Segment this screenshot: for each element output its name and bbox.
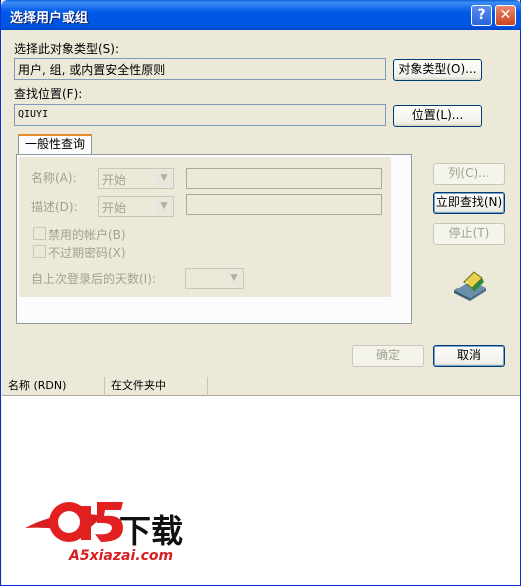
find-now-button[interactable]: 立即查找(N) (433, 192, 505, 214)
chevron-down-icon: ▼ (156, 170, 172, 187)
watermark-logo: 下载 A5xiazai.com (23, 488, 213, 568)
query-area: 名称(A): 开始 ▼ 描述(D): 开始 ▼ 禁用的帐户(B) 不过期密码(X… (19, 157, 391, 297)
description-label: 描述(D): (31, 200, 78, 214)
location-button[interactable]: 位置(L)... (393, 105, 482, 127)
non-expiring-password-checkbox[interactable] (33, 245, 46, 258)
location-field: QIUYI (14, 104, 386, 126)
days-since-logon-label: 自上次登录后的天数(I): (31, 272, 156, 286)
close-button[interactable]: ✕ (495, 5, 516, 26)
cancel-button[interactable]: 取消 (433, 345, 505, 367)
logo-swoosh-icon: 下载 A5xiazai.com (25, 502, 183, 564)
non-expiring-password-label: 不过期密码(X) (48, 246, 126, 260)
name-label: 名称(A): (31, 171, 77, 185)
column-header-name[interactable]: 名称 (RDN) (2, 377, 105, 396)
object-types-field: 用户, 组, 或内置安全性原则 (14, 58, 386, 80)
chevron-down-icon: ▼ (226, 270, 242, 287)
dialog-window: 选择用户或组 ? ✕ 选择此对象类型(S): 用户, 组, 或内置安全性原则 对… (0, 0, 521, 586)
ok-button[interactable]: 确定 (352, 345, 424, 367)
stop-button[interactable]: 停止(T) (433, 223, 505, 245)
tab-panel: 名称(A): 开始 ▼ 描述(D): 开始 ▼ 禁用的帐户(B) 不过期密码(X… (16, 154, 412, 324)
close-icon: ✕ (499, 7, 512, 23)
object-types-label: 选择此对象类型(S): (14, 42, 120, 56)
name-mode-value: 开始 (102, 173, 127, 187)
name-mode-select[interactable]: 开始 ▼ (98, 168, 174, 189)
search-flashlight-icon (454, 271, 486, 301)
columns-button[interactable]: 列(C)... (433, 163, 505, 185)
description-mode-value: 开始 (102, 201, 127, 215)
brand-url: A5xiazai.com (68, 548, 173, 564)
tab-general-query[interactable]: 一般性查询 (18, 134, 92, 155)
name-input[interactable] (186, 168, 382, 189)
help-button[interactable]: ? (471, 5, 492, 26)
results-header: 名称 (RDN) 在文件夹中 (2, 377, 520, 396)
location-label: 查找位置(F): (14, 87, 83, 101)
description-input[interactable] (186, 194, 382, 215)
help-icon: ? (477, 7, 486, 23)
brand-cn: 下载 (119, 512, 183, 550)
disabled-accounts-checkbox[interactable] (33, 227, 46, 240)
chevron-down-icon: ▼ (156, 198, 172, 215)
days-since-logon-select[interactable]: ▼ (185, 268, 244, 289)
disabled-accounts-label: 禁用的帐户(B) (48, 228, 126, 242)
title-bar[interactable]: 选择用户或组 ? ✕ (1, 0, 521, 30)
window-title: 选择用户或组 (10, 11, 89, 26)
column-header-folder[interactable]: 在文件夹中 (105, 377, 208, 396)
description-mode-select[interactable]: 开始 ▼ (98, 196, 174, 217)
object-types-button[interactable]: 对象类型(O)... (393, 59, 482, 81)
